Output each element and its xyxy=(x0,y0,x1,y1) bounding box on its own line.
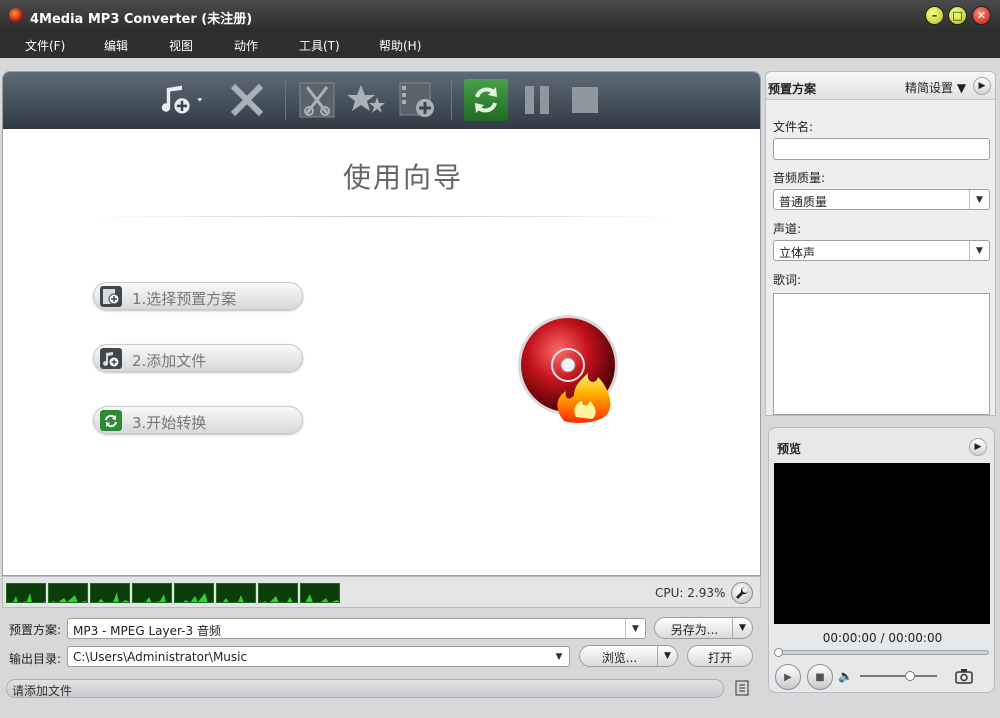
advanced-label: 精简设置 xyxy=(905,81,954,95)
add-video-icon[interactable] xyxy=(395,79,439,121)
step-start-convert-button[interactable]: 3.开始转换 xyxy=(93,406,303,434)
profile-value: MP3 - MPEG Layer-3 音频 xyxy=(73,624,221,638)
add-music-icon[interactable] xyxy=(160,79,204,121)
meter-cell xyxy=(216,583,256,603)
main-panel: 使用向导 1.选择预置方案 2.添加文件 3.开始转换 xyxy=(2,71,761,576)
filename-field[interactable] xyxy=(773,138,990,160)
volume-thumb[interactable] xyxy=(905,671,915,681)
settings-wrench-icon[interactable] xyxy=(731,582,753,604)
save-as-label: 另存为... xyxy=(670,623,719,637)
menu-action[interactable]: 动作 xyxy=(234,37,258,54)
step-label: 1.选择预置方案 xyxy=(132,290,237,308)
filename-label: 文件名: xyxy=(773,120,814,134)
status-message: 请添加文件 xyxy=(12,684,73,698)
chevron-down-icon[interactable]: ▼ xyxy=(657,646,677,666)
meter-cell xyxy=(258,583,298,603)
chevron-down-icon[interactable]: ▼ xyxy=(549,647,569,666)
channel-value: 立体声 xyxy=(779,246,816,260)
menu-tools[interactable]: 工具(T) xyxy=(299,37,340,54)
profile-settings-panel: 预置方案 精简设置 ▼ ▶ 文件名: 音频质量: 普通质量 ▼ 声道: 立体声 … xyxy=(765,71,996,416)
log-icon[interactable] xyxy=(734,680,750,696)
quality-label: 音频质量: xyxy=(773,171,826,185)
menu-help[interactable]: 帮助(H) xyxy=(379,37,421,54)
app-logo-icon xyxy=(9,8,23,22)
toolbar-separator xyxy=(285,80,286,120)
status-bar: 请添加文件 xyxy=(6,679,724,698)
preview-panel: 预览 ▶ 00:00:00 / 00:00:00 ▶ ■ 🔈 xyxy=(768,427,995,693)
chevron-down-icon[interactable]: ▼ xyxy=(625,619,645,638)
open-label: 打开 xyxy=(707,651,732,665)
expand-arrow-icon[interactable]: ▶ xyxy=(973,77,991,95)
convert-icon[interactable] xyxy=(464,79,508,121)
expand-arrow-icon[interactable]: ▶ xyxy=(969,438,987,456)
meter-cell xyxy=(174,583,214,603)
quality-select[interactable]: 普通质量 ▼ xyxy=(773,189,990,210)
output-folder-select[interactable]: C:\Users\Administrator\Music ▼ xyxy=(67,646,570,667)
panel-title: 预置方案 xyxy=(768,82,817,96)
quality-value: 普通质量 xyxy=(779,195,828,209)
toolbar-separator xyxy=(451,80,452,120)
meter-cell xyxy=(90,583,130,603)
convert-step-icon xyxy=(100,410,122,431)
play-icon[interactable]: ▶ xyxy=(775,664,801,690)
burning-disc-logo xyxy=(516,313,626,426)
panel-header: 预置方案 精简设置 ▼ ▶ xyxy=(766,72,995,100)
profile-select[interactable]: MP3 - MPEG Layer-3 音频 ▼ xyxy=(67,618,646,639)
save-as-button[interactable]: 另存为... ▼ xyxy=(654,617,753,639)
chevron-down-icon[interactable]: ▼ xyxy=(969,241,989,260)
lyrics-textarea[interactable] xyxy=(773,293,990,415)
cpu-usage: CPU: 2.93% xyxy=(655,586,726,600)
browse-label: 浏览... xyxy=(601,651,638,665)
meter-cell xyxy=(300,583,340,603)
step-select-profile-button[interactable]: 1.选择预置方案 xyxy=(93,282,303,310)
chevron-down-icon[interactable]: ▼ xyxy=(732,618,752,638)
step-add-files-button[interactable]: 2.添加文件 xyxy=(93,344,303,372)
minimize-button[interactable]: – xyxy=(925,6,944,25)
seek-slider[interactable] xyxy=(774,648,989,657)
menu-edit[interactable]: 编辑 xyxy=(104,37,128,54)
client-area: 使用向导 1.选择预置方案 2.添加文件 3.开始转换 CPU: 2.93% 预… xyxy=(0,58,1000,718)
preview-screen xyxy=(774,463,990,624)
divider xyxy=(83,216,683,217)
preview-title: 预览 xyxy=(777,442,802,456)
meter-cell xyxy=(132,583,172,603)
maximize-button[interactable]: □ xyxy=(948,6,967,25)
music-note-icon xyxy=(100,348,122,369)
stop-icon[interactable]: ■ xyxy=(807,664,833,690)
preview-time: 00:00:00 / 00:00:00 xyxy=(822,631,943,645)
profile-label: 预置方案: xyxy=(9,623,62,637)
volume-slider[interactable] xyxy=(860,671,937,681)
volume-icon: 🔈 xyxy=(838,669,853,683)
pause-icon[interactable] xyxy=(515,79,559,121)
lyrics-label: 歌词: xyxy=(773,273,802,287)
stop-icon[interactable] xyxy=(563,79,607,121)
step-label: 2.添加文件 xyxy=(132,352,207,370)
menu-view[interactable]: 视图 xyxy=(169,37,193,54)
channel-select[interactable]: 立体声 ▼ xyxy=(773,240,990,261)
title-bar: 4Media MP3 Converter (未注册) – □ ✕ xyxy=(0,0,1000,32)
delete-icon[interactable] xyxy=(225,79,269,121)
browse-button[interactable]: 浏览... ▼ xyxy=(579,645,678,667)
meter-cell xyxy=(48,583,88,603)
effect-icon[interactable] xyxy=(345,79,389,121)
menu-bar: 文件(F) 编辑 视图 动作 工具(T) 帮助(H) xyxy=(0,32,1000,58)
meter-cell xyxy=(6,583,46,603)
step-label: 3.开始转换 xyxy=(132,414,207,432)
profile-step-icon xyxy=(100,286,122,307)
open-button[interactable]: 打开 xyxy=(687,645,753,667)
close-button[interactable]: ✕ xyxy=(972,6,991,25)
audio-meter-bar: CPU: 2.93% xyxy=(2,576,761,608)
seek-thumb[interactable] xyxy=(774,648,783,657)
channel-label: 声道: xyxy=(773,222,802,236)
menu-file[interactable]: 文件(F) xyxy=(25,37,65,54)
window-title: 4Media MP3 Converter (未注册) xyxy=(30,12,253,27)
wizard-title: 使用向导 xyxy=(342,161,463,194)
toolbar xyxy=(3,72,760,129)
advanced-toggle[interactable]: 精简设置 ▼ xyxy=(905,79,966,96)
clip-icon[interactable] xyxy=(295,79,339,121)
chevron-down-icon[interactable]: ▼ xyxy=(969,190,989,209)
output-label: 输出目录: xyxy=(9,652,62,666)
snapshot-icon[interactable] xyxy=(955,668,973,688)
output-value: C:\Users\Administrator\Music xyxy=(73,650,248,664)
